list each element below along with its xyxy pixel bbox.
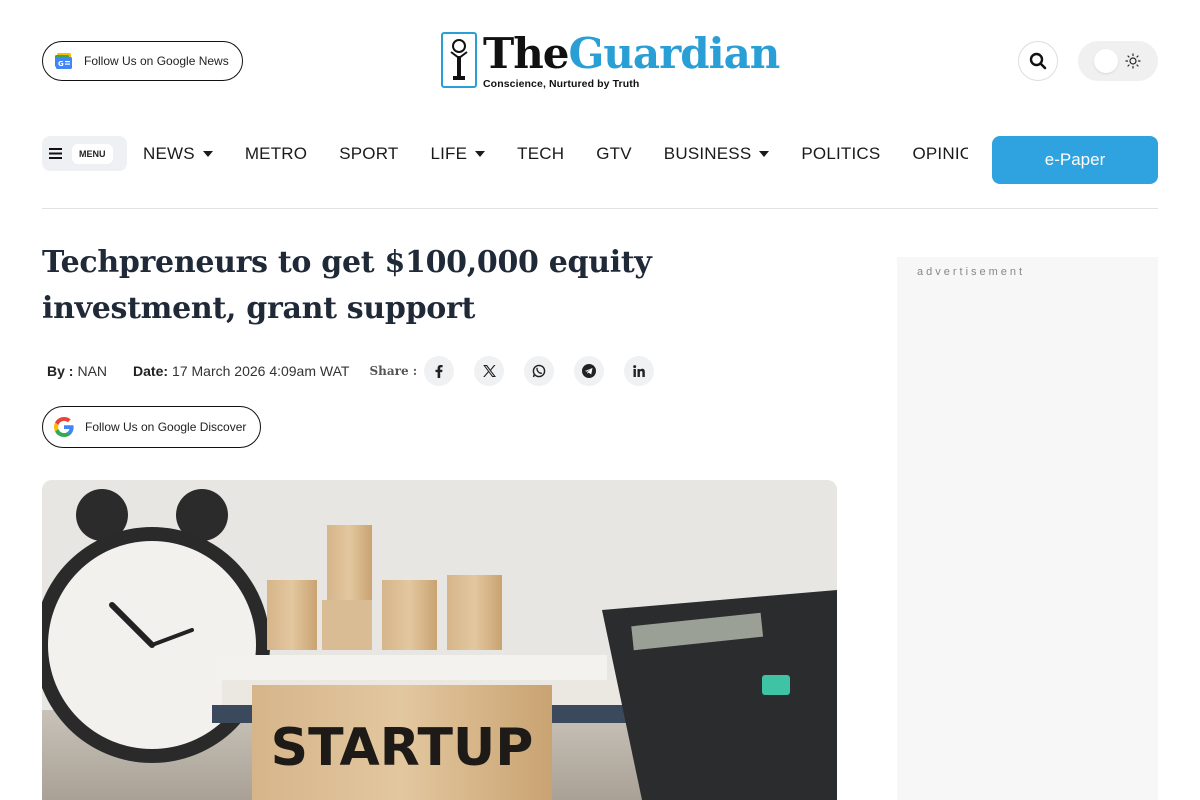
whatsapp-icon [532,364,546,378]
logo-the: The [483,29,570,78]
google-icon [54,417,74,437]
nav-item-label: LIFE [430,144,468,163]
x-icon [482,365,496,377]
menu-button[interactable]: MENU [42,136,127,171]
date-wrap: Date: 17 March 2026 4:09am WAT [133,363,349,379]
linkedin-share-button[interactable] [624,356,655,386]
telegram-share-button[interactable] [574,356,605,386]
menu-label: MENU [72,143,113,164]
follow-google-news-label: Follow Us on Google News [84,54,229,68]
follow-google-discover-button[interactable]: Follow Us on Google Discover [42,406,261,448]
epaper-button[interactable]: e-Paper [992,136,1158,184]
date-label: Date: [133,363,169,379]
theme-toggle[interactable] [1078,41,1158,81]
nav-item-label: POLITICS [801,144,881,163]
calculator-illustration [602,590,837,800]
linkedin-icon [633,365,645,377]
nav-item-opinion[interactable]: OPINION [912,144,968,164]
logo-title: TheGuardian [483,29,781,78]
search-button[interactable] [1018,41,1058,81]
article-headline: Techpreneurs to get $100,000 equity inve… [42,245,652,326]
facebook-icon [435,364,443,378]
follow-google-discover-label: Follow Us on Google Discover [85,420,247,434]
nav-item-label: BUSINESS [663,144,752,163]
nav-item-tech[interactable]: TECH [517,144,564,164]
caret-down-icon [475,151,486,157]
nav-item-label: OPINION [912,144,968,163]
hero-startup-text: STARTUP [271,718,534,778]
article-meta: By : NAN Date: 17 March 2026 4:09am WAT S… [47,356,674,386]
main-nav: NEWS METRO SPORT LIFE TECH GTV BUSINESS POLITIC… [143,136,968,172]
site-logo[interactable]: TheGuardian Conscience, Nurtured by Trut… [441,32,793,90]
nav-item-gtv[interactable]: GTV [596,144,632,164]
sun-icon [1125,53,1141,69]
nav-item-politics[interactable]: POLITICS [801,144,880,164]
nav-item-label: SPORT [339,144,399,163]
logo-guardian: Guardian [568,29,781,78]
article-date: 17 March 2026 4:09am WAT [172,363,350,379]
nav-item-label: NEWS [143,144,195,163]
nav-item-business[interactable]: BUSINESS [664,144,770,164]
follow-google-news-button[interactable]: G Follow Us on Google News [42,41,243,81]
svg-text:G: G [58,60,64,68]
facebook-share-button[interactable] [424,356,455,386]
logo-emblem-icon [441,32,477,88]
whatsapp-share-button[interactable] [524,356,555,386]
share-label: Share : [369,364,418,378]
caret-down-icon [202,151,213,157]
logo-tagline: Conscience, Nurtured by Truth [483,78,640,90]
by-label: By : [47,363,74,379]
article-hero-image: STARTUP [42,480,837,800]
advertisement-label: advertisement [917,266,1026,278]
nav-item-life[interactable]: LIFE [430,144,486,164]
toggle-knob [1094,49,1118,73]
hamburger-icon [49,148,62,159]
google-news-icon: G [54,53,74,69]
nav-item-news[interactable]: NEWS [143,144,213,164]
nav-item-label: METRO [244,144,308,163]
nav-item-sport[interactable]: SPORT [339,144,398,164]
header-divider [42,208,1158,209]
search-icon [1029,52,1047,70]
nav-item-label: TECH [517,144,565,163]
caret-down-icon [759,151,770,157]
nav-item-label: GTV [596,144,632,163]
author-link[interactable]: NAN [77,363,107,379]
x-share-button[interactable] [474,356,505,386]
nav-item-metro[interactable]: METRO [245,144,307,164]
sidebar-advertisement[interactable]: advertisement [897,257,1158,800]
telegram-icon [582,364,597,378]
